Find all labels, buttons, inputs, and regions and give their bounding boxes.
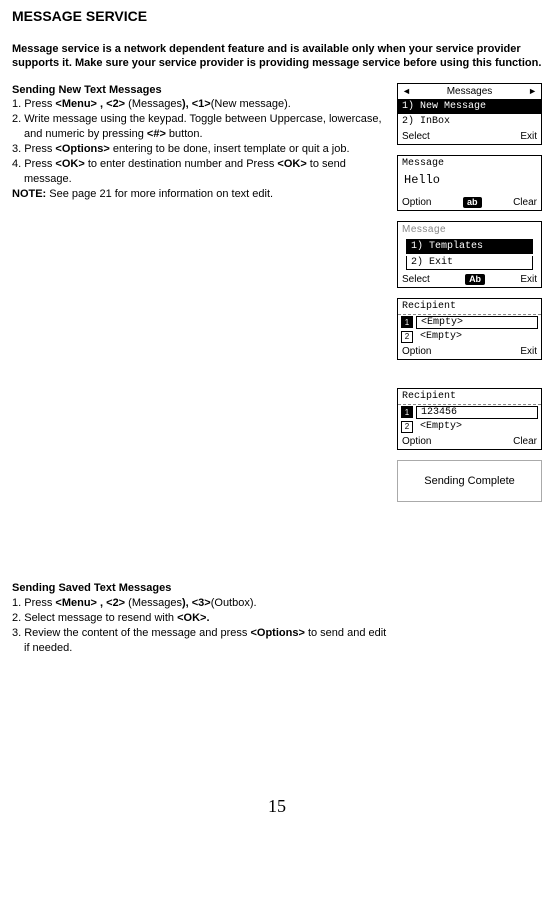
phone-screen-recipient-empty: Recipient 1 <Empty> 2 <Empty> Option Exi… [397, 298, 542, 360]
screen-title-recipient: Recipient [398, 299, 541, 315]
list-item-inbox: 2) InBox [398, 114, 541, 129]
phone-screen-compose: Message Hello Option ab Clear [397, 155, 542, 211]
softkey-option: Option [402, 346, 431, 357]
input-mode-ab: ab [463, 197, 482, 208]
recipient-2-empty: <Empty> [416, 331, 538, 342]
softkey-exit: Exit [520, 274, 537, 285]
section2-title: Sending Saved Text Messages [12, 581, 387, 596]
page-title: MESSAGE SERVICE [12, 8, 542, 24]
section1-title: Sending New Text Messages [12, 83, 387, 98]
recipient-index-2: 2 [401, 331, 413, 343]
list-item-new-message: 1) New Message [398, 99, 541, 114]
softkey-clear: Clear [513, 436, 537, 447]
list-item-templates: 1) Templates [406, 239, 533, 254]
left-arrow-icon: ◄ [402, 86, 411, 96]
intro-text: Message service is a network dependent f… [12, 42, 542, 71]
sending-complete-text: Sending Complete [398, 461, 541, 501]
sec1-step3: 3. Press <Options> entering to be done, … [12, 142, 387, 157]
screen-title-recipient: Recipient [398, 389, 541, 405]
recipient-2-empty: <Empty> [416, 421, 538, 432]
screen-title-fuzzy: Message [398, 222, 541, 237]
recipient-index-1: 1 [401, 406, 413, 418]
message-content: Hello [398, 171, 541, 195]
sec1-note: NOTE: See page 21 for more information o… [12, 187, 387, 202]
recipient-index-2: 2 [401, 421, 413, 433]
phone-screen-messages: ◄ Messages ► 1) New Message 2) InBox Sel… [397, 83, 542, 145]
input-mode-Ab: Ab [465, 274, 485, 285]
recipient-1-number: 123456 [416, 406, 538, 419]
softkey-select: Select [402, 131, 430, 142]
softkey-exit: Exit [520, 346, 537, 357]
softkey-option: Option [402, 436, 431, 447]
screen-title: Messages [447, 86, 493, 97]
sec1-step2: 2. Write message using the keypad. Toggl… [12, 112, 387, 142]
phone-screen-options: Message 1) Templates 2) Exit Select Ab E… [397, 221, 542, 288]
sec2-step3: 3. Review the content of the message and… [12, 626, 387, 656]
softkey-clear: Clear [513, 197, 537, 208]
right-arrow-icon: ► [528, 86, 537, 96]
softkey-select: Select [402, 274, 430, 285]
softkey-exit: Exit [520, 131, 537, 142]
sec1-step1: 1. Press <Menu> , <2> (Messages), <1>(Ne… [12, 97, 387, 112]
screen-title-message: Message [398, 156, 541, 171]
softkey-option: Option [402, 197, 431, 208]
sec2-step1: 1. Press <Menu> , <2> (Messages), <3>(Ou… [12, 596, 387, 611]
sec2-step2: 2. Select message to resend with <OK>. [12, 611, 387, 626]
recipient-1-empty: <Empty> [416, 316, 538, 329]
phone-screen-sending-complete: Sending Complete [397, 460, 542, 502]
sec1-step4: 4. Press <OK> to enter destination numbe… [12, 157, 387, 187]
page-number: 15 [12, 796, 542, 817]
phone-screen-recipient-number: Recipient 1 123456 2 <Empty> Option Clea… [397, 388, 542, 450]
recipient-index-1: 1 [401, 316, 413, 328]
list-item-exit: 2) Exit [406, 256, 533, 270]
